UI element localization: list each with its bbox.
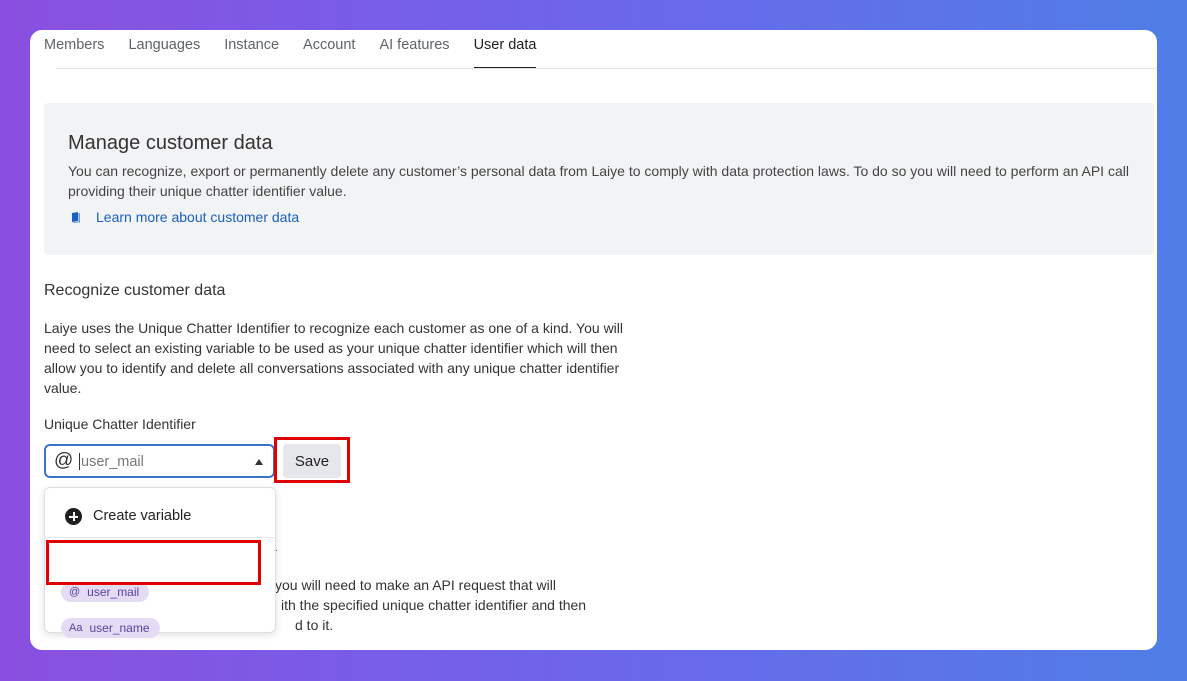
plus-circle-icon — [65, 508, 82, 525]
user-mail-highlight-box — [46, 540, 261, 585]
at-sign-icon: @ — [54, 450, 74, 471]
tab-ai-features[interactable]: AI features — [379, 30, 449, 69]
learn-more-label[interactable]: Learn more about customer data — [96, 209, 299, 225]
option-user-name[interactable]: Aa user_name — [61, 618, 160, 638]
option-label[interactable]: user_mail — [87, 585, 139, 599]
tab-instance[interactable]: Instance — [224, 30, 279, 69]
manage-customer-data-panel: Manage customer data You can recognize, … — [44, 103, 1154, 255]
tabs-divider — [56, 68, 1157, 69]
create-variable-option[interactable]: Create variable — [45, 488, 275, 538]
tab-languages[interactable]: Languages — [128, 30, 200, 69]
tab-account[interactable]: Account — [303, 30, 355, 69]
recognize-title: Recognize customer data — [44, 282, 226, 299]
unique-chatter-identifier-label: Unique Chatter Identifier — [44, 416, 196, 432]
at-sign-icon: @ — [69, 586, 81, 598]
identifier-select[interactable]: @ user_mail — [44, 444, 275, 478]
create-variable-label[interactable]: Create variable — [93, 508, 191, 524]
book-icon — [72, 211, 80, 223]
manage-title: Manage customer data — [68, 132, 273, 154]
settings-window: Members Languages Instance Account AI fe… — [30, 30, 1157, 650]
manage-description: You can recognize, export or permanently… — [68, 163, 1129, 199]
dropdown-divider — [45, 537, 275, 538]
save-button[interactable]: Save — [283, 444, 341, 478]
learn-more-link[interactable]: Learn more about customer data — [72, 209, 299, 225]
caret-up-icon[interactable] — [255, 459, 263, 465]
recognize-description: Laiye uses the Unique Chatter Identifier… — [44, 320, 624, 396]
settings-tabs: Members Languages Instance Account AI fe… — [44, 30, 560, 69]
tab-user-data[interactable]: User data — [473, 30, 536, 69]
identifier-select-value[interactable]: user_mail — [81, 454, 144, 470]
text-cursor — [79, 453, 80, 470]
tab-members[interactable]: Members — [44, 30, 104, 69]
option-label[interactable]: user_name — [89, 621, 149, 635]
text-type-icon: Aa — [69, 622, 83, 634]
option-user-mail[interactable]: @ user_mail — [61, 582, 150, 602]
